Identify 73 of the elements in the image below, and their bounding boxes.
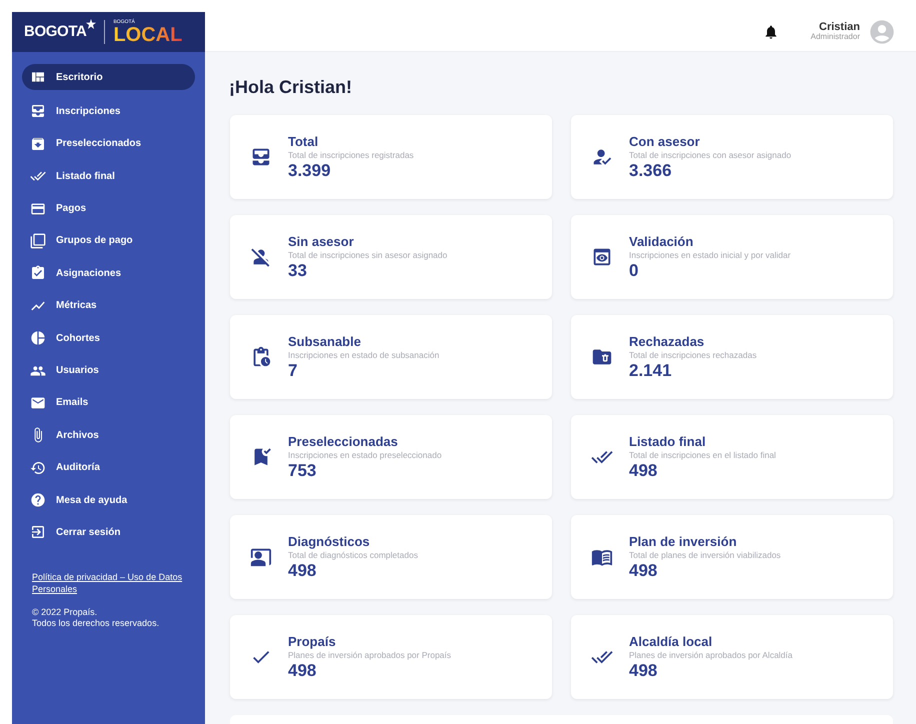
card-title: Rechazadas <box>629 334 706 348</box>
card-value: 2.141 <box>629 362 673 380</box>
sidebar-item[interactable]: Mesa de ayuda <box>22 489 195 512</box>
card-description: Total de inscripciones rechazadas <box>629 350 757 360</box>
inbox-icon <box>30 103 46 120</box>
sidebar-item[interactable]: Archivos <box>22 424 195 446</box>
sidebar-item[interactable]: Usuarios <box>22 360 195 382</box>
card-title: Sin asesor <box>288 234 355 248</box>
card-value: 3.366 <box>629 162 673 180</box>
card-value: 498 <box>629 562 658 580</box>
clipboard-check-icon <box>30 265 46 282</box>
presenter-icon <box>250 546 272 568</box>
help-icon <box>30 492 46 508</box>
card-title: Plan de inversión <box>629 534 738 548</box>
user-name: Cristian <box>819 22 860 33</box>
exit-icon <box>30 524 46 540</box>
card-description: Total de inscripciones en el listado final <box>629 450 776 460</box>
pie-chart-icon <box>30 330 46 346</box>
card-description: Inscripciones en estado inicial y por validar <box>629 250 791 260</box>
card-description: Planes de inversión aprobados por Alcaldía <box>629 650 792 660</box>
sidebar-item[interactable]: Auditoría <box>22 456 195 479</box>
card-title: Listado final <box>629 434 707 448</box>
card-title: Diagnósticos <box>288 534 371 548</box>
history-icon <box>30 460 46 476</box>
person-off-icon <box>250 246 272 268</box>
card-description: Total de inscripciones con asesor asignado <box>629 150 792 160</box>
greeting-heading: ¡Hola Cristian! <box>229 76 354 99</box>
sidebar-item[interactable]: Listado final <box>22 165 195 188</box>
stacked-cards-icon <box>30 232 46 249</box>
card-description: Inscripciones en estado de subsanación <box>288 350 440 360</box>
privacy-link[interactable]: Política de privacidad – Uso de Datos Personales <box>32 571 185 596</box>
sidebar-item[interactable]: Cohortes <box>22 327 195 350</box>
archive-icon <box>30 136 46 152</box>
logo-city-text: BOGOTA <box>24 22 86 42</box>
sidebar-item[interactable]: Escritorio <box>22 64 195 90</box>
card-description: Total de planes de inversión viabilizados <box>629 550 781 560</box>
card-icon <box>30 200 46 217</box>
card-value: 498 <box>629 662 658 680</box>
sidebar-item[interactable]: Pagos <box>22 198 195 220</box>
card-value: 3.399 <box>288 162 332 180</box>
card-value: 498 <box>288 662 318 680</box>
user-role: Administrador <box>810 33 860 41</box>
card-value: 7 <box>288 362 298 380</box>
card-value: 498 <box>629 462 658 480</box>
card-title: Total <box>288 134 320 148</box>
logo-brand-text: LOCAL <box>113 24 182 44</box>
card-title: Propaís <box>288 634 337 648</box>
card-value: 33 <box>288 262 308 280</box>
sidebar-item[interactable]: Cerrar sesión <box>22 521 195 544</box>
card-description: Planes de inversión aprobados por Propaís <box>288 650 452 660</box>
sidebar-item[interactable]: Preseleccionados <box>22 132 195 155</box>
sidebar-item[interactable]: Grupos de pago <box>22 230 195 252</box>
card-title: Alcaldía local <box>629 634 714 648</box>
copyright-text: © 2022 Propaís. Todos los derechos reservados. <box>32 607 160 630</box>
envelope-icon <box>30 394 46 411</box>
card-description: Total de diagnósticos completados <box>288 550 418 560</box>
sidebar-item[interactable]: Asignaciones <box>22 262 195 284</box>
card-description: Total de inscripciones registradas <box>288 150 414 160</box>
card-value: 0 <box>629 262 640 280</box>
card-title: Subsanable <box>288 334 362 348</box>
card-description: Inscripciones en estado preseleccionado <box>288 450 442 460</box>
card-title: Validación <box>629 234 694 248</box>
bell-icon[interactable] <box>762 24 779 40</box>
sidebar-item[interactable]: Inscripciones <box>22 100 195 122</box>
card-value: 753 <box>288 462 318 480</box>
card-value: 498 <box>288 562 318 580</box>
card-title: Con asesor <box>629 134 701 148</box>
sidebar-item[interactable]: Emails <box>22 392 195 414</box>
inbox-icon <box>250 146 272 168</box>
card-description: Total de inscripciones sin asesor asignado <box>288 250 448 260</box>
card-title: Preseleccionadas <box>288 434 399 448</box>
star-icon <box>86 19 96 29</box>
sidebar-item[interactable]: Métricas <box>22 294 195 317</box>
